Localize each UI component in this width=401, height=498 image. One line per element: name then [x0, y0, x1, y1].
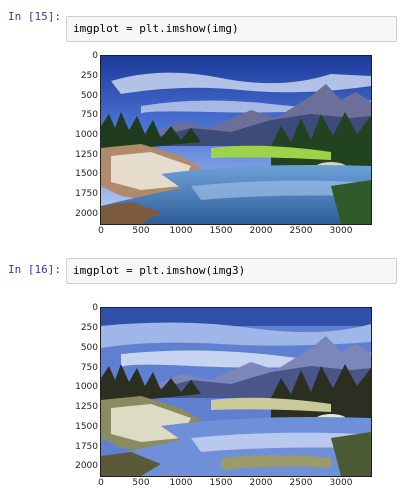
posterized-landscape-image [101, 308, 371, 476]
y-tick-label: 1250 [75, 150, 98, 160]
x-tick-label: 2500 [289, 226, 313, 236]
x-tick-label: 1000 [169, 478, 193, 488]
x-tick-label: 0 [98, 226, 104, 236]
y-tick-label: 0 [92, 51, 98, 61]
code-input-area[interactable]: imgplot = plt.imshow(img) [66, 16, 397, 42]
x-tick-label: 3000 [329, 226, 353, 236]
x-tick-label: 1500 [209, 226, 233, 236]
y-tick-label: 1750 [75, 442, 98, 452]
y-tick-label: 500 [80, 343, 98, 353]
x-tick-label: 2500 [289, 478, 313, 488]
y-tick-label: 250 [80, 323, 98, 333]
image-plot [100, 307, 372, 477]
y-tick-label: 2000 [75, 209, 98, 219]
y-tick-label: 2000 [75, 461, 98, 471]
y-tick-label: 750 [80, 363, 98, 373]
y-tick-label: 500 [80, 91, 98, 101]
code-input-area[interactable]: imgplot = plt.imshow(img3) [66, 258, 397, 284]
input-prompt: In [15]: [8, 10, 61, 23]
x-tick-label: 0 [98, 478, 104, 488]
x-tick-label: 3000 [329, 478, 353, 488]
x-tick-label: 2000 [249, 478, 273, 488]
code-text[interactable]: imgplot = plt.imshow(img3) [73, 264, 245, 277]
y-tick-label: 1500 [75, 169, 98, 179]
x-tick-label: 500 [132, 226, 150, 236]
x-tick-label: 1000 [169, 226, 193, 236]
x-tick-label: 2000 [249, 226, 273, 236]
y-tick-label: 1000 [75, 382, 98, 392]
landscape-image [101, 56, 371, 224]
code-text[interactable]: imgplot = plt.imshow(img) [73, 22, 239, 35]
input-prompt: In [16]: [8, 263, 61, 276]
x-tick-label: 1500 [209, 478, 233, 488]
y-tick-label: 750 [80, 110, 98, 120]
y-tick-label: 1250 [75, 402, 98, 412]
y-tick-label: 1000 [75, 130, 98, 140]
y-tick-label: 250 [80, 71, 98, 81]
x-tick-label: 500 [132, 478, 150, 488]
y-tick-label: 1500 [75, 422, 98, 432]
image-plot [100, 55, 372, 225]
y-tick-label: 0 [92, 303, 98, 313]
y-tick-label: 1750 [75, 189, 98, 199]
